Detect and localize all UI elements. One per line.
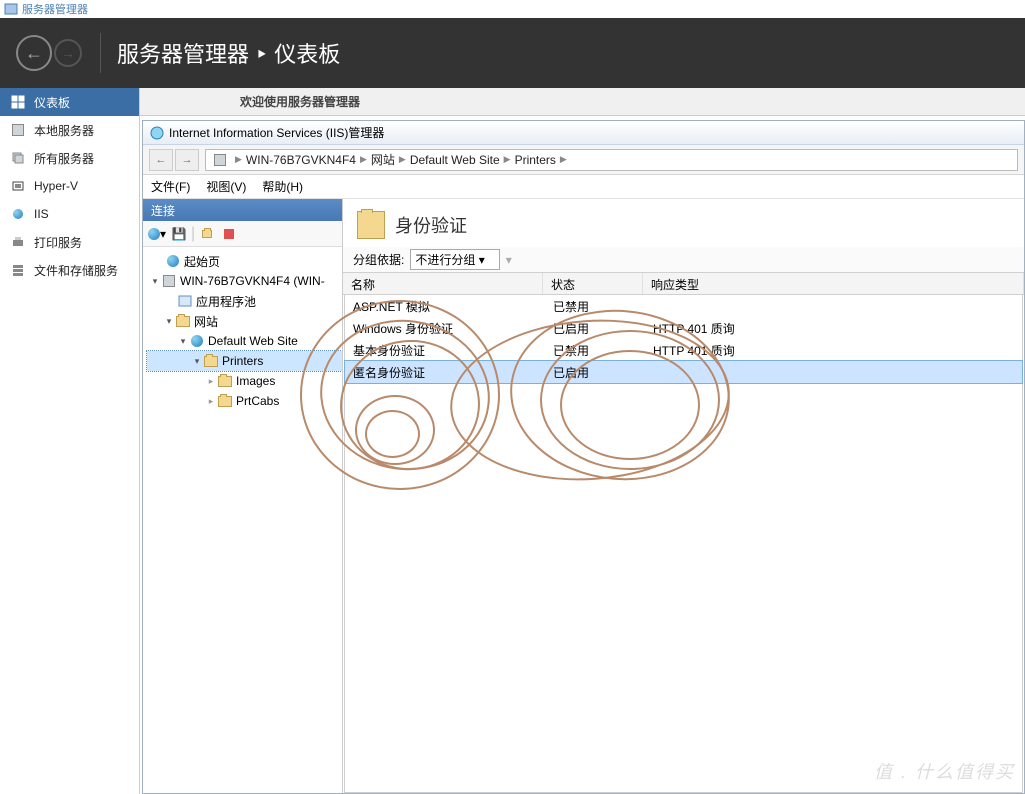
sidebar-item-iis[interactable]: IIS [0, 200, 139, 228]
connections-header: 连接 [143, 199, 342, 221]
folder-icon [217, 374, 233, 388]
printer-icon [10, 234, 26, 250]
sidebar-item-label: 仪表板 [34, 94, 70, 111]
chevron-right-icon: ▶ [235, 154, 242, 165]
chevron-right-icon: ▶ [399, 154, 406, 165]
sidebar-item-label: 所有服务器 [34, 150, 94, 167]
chevron-right-icon: ▶ [560, 154, 567, 165]
nav-back-button[interactable]: ← [16, 35, 52, 71]
window-titlebar: 服务器管理器 [0, 0, 1025, 18]
iis-address-bar: ← → ▶ WIN-76B7GVKN4F4 ▶ 网站 ▶ Default Web… [143, 145, 1024, 175]
connection-tree: 起始页 ▾ WIN-76B7GVKN4F4 (WIN- 应用程序池 ▾ 网 [143, 247, 342, 793]
tree-sites[interactable]: ▾ 网站 [147, 311, 342, 331]
tree-printers[interactable]: ▾ Printers [147, 351, 342, 371]
sidebar: 仪表板 本地服务器 所有服务器 Hyper-V IIS 打印服务 文件和存储服务 [0, 88, 140, 794]
nav-forward-button[interactable]: → [54, 39, 82, 67]
server-icon [212, 153, 228, 167]
dashboard-icon [10, 94, 26, 110]
header-separator [100, 33, 101, 73]
group-select[interactable]: 不进行分组 ▾ [410, 249, 499, 270]
folder-icon [175, 314, 191, 328]
breadcrumb-item[interactable]: Printers [515, 153, 556, 167]
server-icon [10, 122, 26, 138]
sidebar-item-hyperv[interactable]: Hyper-V [0, 172, 139, 200]
server-icon [161, 274, 177, 288]
home-icon [165, 254, 181, 268]
sidebar-item-local-server[interactable]: 本地服务器 [0, 116, 139, 144]
iis-back-button[interactable]: ← [149, 149, 173, 171]
auth-icon [357, 211, 385, 239]
sidebar-item-dashboard[interactable]: 仪表板 [0, 88, 139, 116]
breadcrumb-item[interactable]: 网站 [371, 151, 395, 168]
sidebar-item-label: IIS [34, 207, 49, 221]
iis-icon [10, 206, 26, 222]
save-icon[interactable]: 💾 [169, 224, 189, 244]
col-name[interactable]: 名称 [343, 273, 543, 294]
folder-icon [203, 354, 219, 368]
chevron-right-icon: ▶ [504, 154, 511, 165]
sidebar-item-label: 本地服务器 [34, 122, 94, 139]
sidebar-item-label: Hyper-V [34, 179, 78, 193]
sidebar-item-storage[interactable]: 文件和存储服务 [0, 256, 139, 284]
header-bar: ← → 服务器管理器 ‣ 仪表板 [0, 18, 1025, 88]
up-icon[interactable] [197, 224, 217, 244]
menu-help[interactable]: 帮助(H) [262, 178, 303, 195]
breadcrumb-item[interactable]: WIN-76B7GVKN4F4 [246, 153, 356, 167]
welcome-bar: 欢迎使用服务器管理器 [140, 88, 1025, 116]
menu-view[interactable]: 视图(V) [206, 178, 246, 195]
iis-menubar: 文件(F) 视图(V) 帮助(H) [143, 175, 1024, 199]
auth-table-header: 名称 状态 响应类型 [343, 273, 1024, 295]
content-area: 身份验证 分组依据: 不进行分组 ▾ ▾ 名称 状态 响应类型 ASP [343, 199, 1024, 793]
globe-icon [189, 334, 205, 348]
tree-start-page[interactable]: 起始页 [147, 251, 342, 271]
storage-icon [10, 262, 26, 278]
group-by-row: 分组依据: 不进行分组 ▾ ▾ [343, 247, 1024, 273]
iis-forward-button[interactable]: → [175, 149, 199, 171]
hyperv-icon [10, 178, 26, 194]
apppool-icon [177, 294, 193, 308]
group-label: 分组依据: [353, 251, 404, 268]
tree-images[interactable]: ▸ Images [147, 371, 342, 391]
iis-title: Internet Information Services (IIS)管理器 [169, 124, 384, 141]
tree-prtcabs[interactable]: ▸ PrtCabs [147, 391, 342, 411]
col-response[interactable]: 响应类型 [643, 273, 1024, 294]
tree-server-node[interactable]: ▾ WIN-76B7GVKN4F4 (WIN- [147, 271, 342, 291]
iis-manager-window: Internet Information Services (IIS)管理器 ←… [142, 120, 1025, 794]
menu-file[interactable]: 文件(F) [151, 178, 190, 195]
breadcrumb-item[interactable]: Default Web Site [410, 153, 500, 167]
connect-icon[interactable]: ▾ [147, 224, 167, 244]
auth-row-selected[interactable]: 匿名身份验证 已启用 [345, 361, 1022, 383]
iis-app-icon [149, 125, 165, 141]
iis-breadcrumb[interactable]: ▶ WIN-76B7GVKN4F4 ▶ 网站 ▶ Default Web Sit… [205, 149, 1018, 171]
folder-icon [217, 394, 233, 408]
auth-table-body: ASP.NET 模拟 已禁用 Windows 身份验证 已启用 HTTP 401… [344, 295, 1023, 793]
header-title: 服务器管理器 ‣ 仪表板 [117, 37, 340, 69]
content-title: 身份验证 [343, 199, 1024, 247]
chevron-right-icon: ▶ [360, 154, 367, 165]
auth-row[interactable]: Windows 身份验证 已启用 HTTP 401 质询 [345, 317, 1022, 339]
connections-panel: 连接 ▾ 💾 | 起始页 ▾ [143, 199, 343, 793]
col-status[interactable]: 状态 [543, 273, 643, 294]
sidebar-item-label: 文件和存储服务 [34, 262, 118, 279]
auth-row[interactable]: ASP.NET 模拟 已禁用 [345, 295, 1022, 317]
servers-icon [10, 150, 26, 166]
iis-titlebar: Internet Information Services (IIS)管理器 [143, 121, 1024, 145]
app-icon [4, 2, 18, 16]
window-title: 服务器管理器 [22, 1, 88, 17]
sidebar-item-all-servers[interactable]: 所有服务器 [0, 144, 139, 172]
sidebar-item-label: 打印服务 [34, 234, 82, 251]
auth-row[interactable]: 基本身份验证 已禁用 HTTP 401 质询 [345, 339, 1022, 361]
tree-apppool[interactable]: 应用程序池 [147, 291, 342, 311]
stop-icon[interactable] [219, 224, 239, 244]
sidebar-item-print[interactable]: 打印服务 [0, 228, 139, 256]
connections-toolbar: ▾ 💾 | [143, 221, 342, 247]
tree-default-site[interactable]: ▾ Default Web Site [147, 331, 342, 351]
